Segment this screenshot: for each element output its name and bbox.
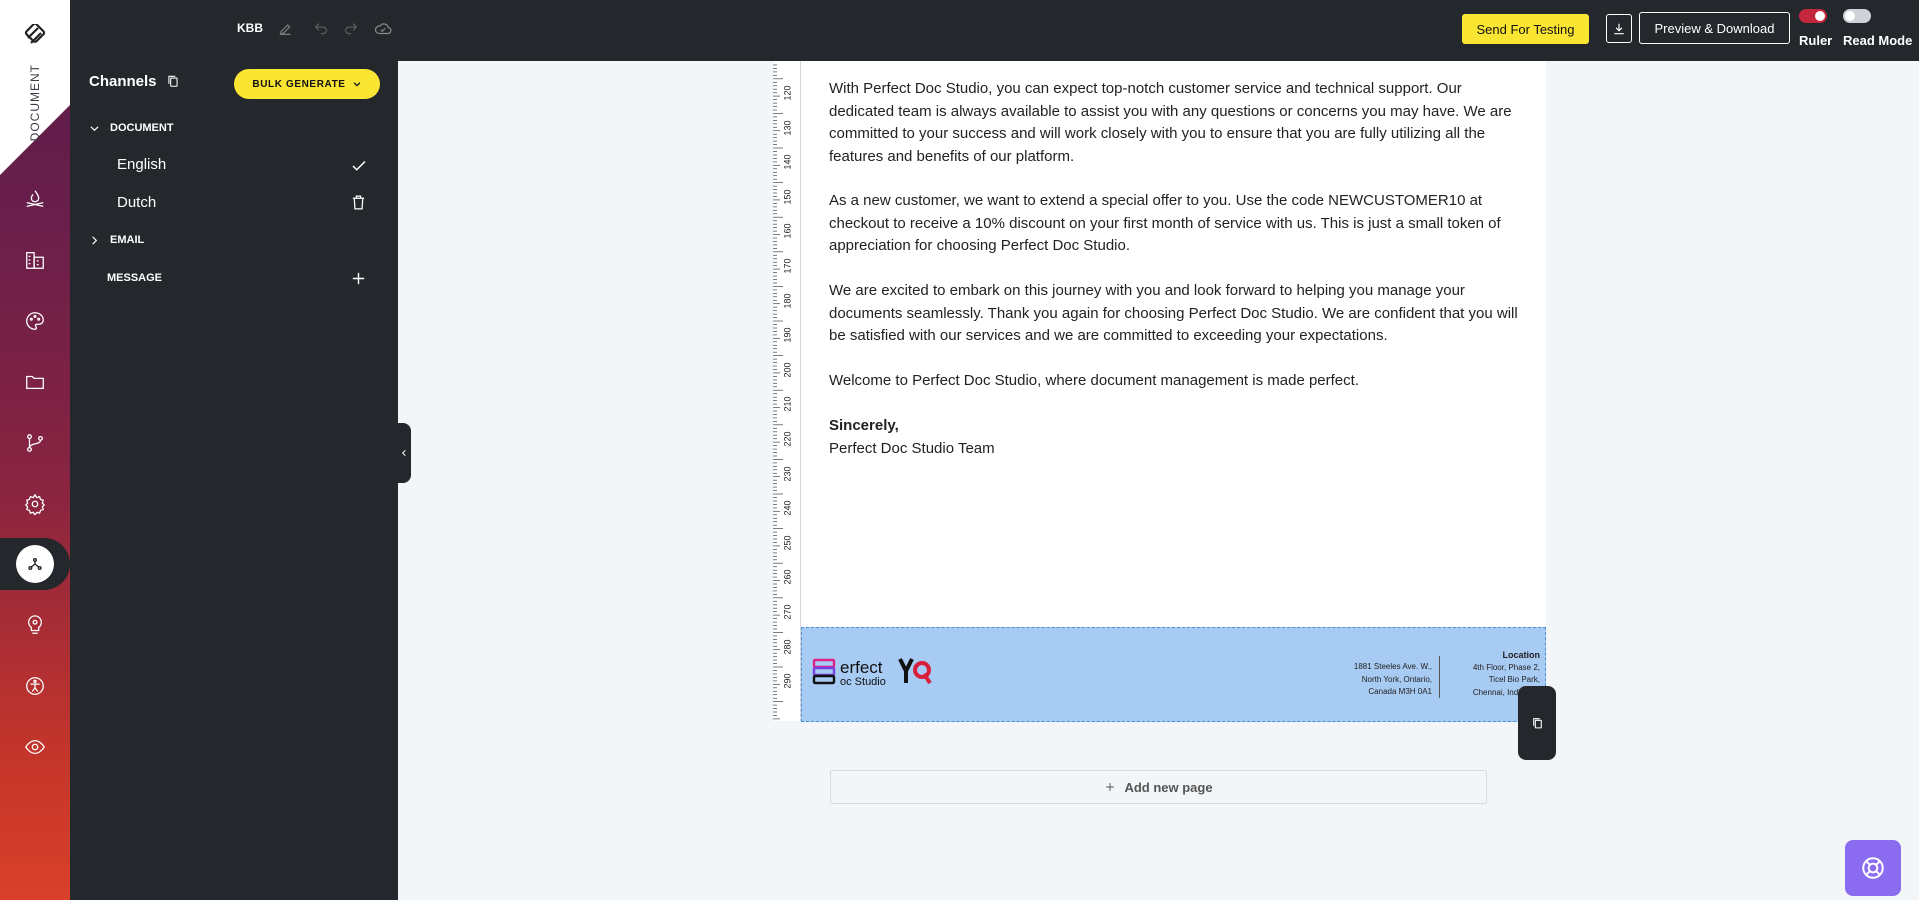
add-new-page-label: Add new page	[1124, 779, 1213, 795]
cloud-saved-icon[interactable]	[372, 18, 394, 40]
ruler-label: 250	[782, 535, 793, 551]
signature[interactable]: Perfect Doc Studio Team	[829, 438, 1529, 461]
send-for-testing-button[interactable]: Send For Testing	[1462, 14, 1589, 44]
ruler-label: 280	[782, 639, 793, 655]
address-india-line-1: 4th Floor, Phase 2,	[1472, 662, 1540, 672]
project-name: KBB	[237, 21, 263, 35]
read-mode-toggle-knob	[1845, 11, 1855, 21]
brand-tagline: oc Studio	[840, 676, 886, 688]
accessibility-icon[interactable]	[20, 671, 50, 701]
section-email-label: EMAIL	[110, 234, 145, 246]
palette-icon[interactable]	[20, 306, 50, 336]
check-icon[interactable]	[350, 157, 368, 175]
buildings-icon[interactable]	[20, 245, 50, 275]
section-message-label: MESSAGE	[107, 272, 163, 284]
edit-icon[interactable]	[274, 18, 296, 40]
address-canada-line-3: Canada M3H 0A1	[1368, 687, 1432, 696]
ruler-toggle[interactable]	[1799, 9, 1827, 23]
address-canada-line-2: North York, Ontario,	[1361, 674, 1432, 684]
ruler-label: 290	[782, 673, 793, 689]
download-icon	[1614, 23, 1624, 34]
read-mode-label: Read Mode	[1843, 33, 1913, 48]
redo-icon[interactable]	[340, 18, 362, 40]
section-email[interactable]: EMAIL	[89, 234, 144, 246]
paragraph-welcome[interactable]: Welcome to Perfect Doc Studio, where doc…	[829, 370, 1529, 393]
address-canada-line-1: 1881 Steeles Ave. W.,	[1353, 662, 1432, 671]
chevron-down-icon	[353, 82, 360, 87]
chevron-down-icon	[90, 125, 99, 131]
channels-title: Channels	[89, 73, 157, 90]
partner-logo-icon	[898, 658, 932, 685]
ruler-label: 120	[782, 85, 793, 101]
document-page[interactable]: With Perfect Doc Studio, you can expect …	[801, 61, 1546, 721]
ruler-label: 270	[782, 604, 793, 620]
address-india-line-2: Ticel Bio Park,	[1488, 675, 1540, 684]
closing[interactable]: Sincerely,	[829, 415, 1529, 438]
brand-logo-icon	[812, 658, 836, 685]
ruler-label: 160	[782, 223, 793, 239]
read-mode-toggle[interactable]	[1843, 9, 1871, 23]
preview-download-button[interactable]: Preview & Download	[1639, 12, 1790, 44]
undo-icon[interactable]	[310, 18, 332, 40]
bulb-icon[interactable]	[20, 610, 50, 640]
channels-icon[interactable]	[16, 545, 54, 583]
lifebuoy-icon	[1862, 857, 1884, 879]
ruler-label: 150	[782, 189, 793, 205]
ruler-label: 220	[782, 431, 793, 447]
bulk-generate-button[interactable]: BULK GENERATE	[234, 69, 380, 99]
chevron-right-icon	[92, 235, 98, 245]
ruler-label: 180	[782, 293, 793, 309]
section-document-label: DOCUMENT	[110, 122, 174, 134]
paragraph-support[interactable]: With Perfect Doc Studio, you can expect …	[829, 78, 1529, 168]
ruler-label: 130	[782, 120, 793, 136]
settings-icon[interactable]	[20, 489, 50, 519]
channels-panel: Channels BULK GENERATE DOCUMENT English …	[70, 61, 398, 900]
ruler-label: 140	[782, 154, 793, 170]
campfire-icon[interactable]	[20, 184, 50, 214]
copy-icon	[1532, 718, 1542, 729]
brand-name: erfect	[840, 658, 883, 677]
channel-item-dutch[interactable]: Dutch	[117, 194, 156, 211]
folder-icon[interactable]	[20, 367, 50, 397]
collapse-panel-button[interactable]	[397, 423, 411, 483]
duplicate-block-button[interactable]	[1518, 686, 1556, 760]
ruler-toggle-knob	[1815, 11, 1825, 21]
chevron-left-icon	[401, 449, 406, 457]
vertical-ruler: 120 130 140 150 160 170 180 190 200 210 220 230 240 2…	[773, 61, 801, 721]
location-title: Location	[1502, 650, 1541, 660]
ruler-label: 210	[782, 396, 793, 412]
plus-icon[interactable]	[350, 270, 367, 287]
ruler-label: 190	[782, 327, 793, 343]
help-button[interactable]	[1845, 840, 1901, 896]
eye-icon[interactable]	[20, 732, 50, 762]
add-new-page-button[interactable]: Add new page	[830, 770, 1487, 804]
ruler-label: 200	[782, 362, 793, 378]
rail-document-label: DOCUMENT	[28, 64, 42, 142]
address-divider	[1439, 656, 1440, 698]
trash-icon[interactable]	[350, 194, 367, 211]
paragraph-journey[interactable]: We are excited to embark on this journey…	[829, 280, 1529, 348]
app-logo-icon[interactable]	[22, 24, 48, 50]
branch-icon[interactable]	[20, 428, 50, 458]
channel-item-english[interactable]: English	[117, 156, 166, 173]
ruler-label: 170	[782, 258, 793, 274]
ruler-label: Ruler	[1799, 33, 1833, 48]
ruler-label: 230	[782, 466, 793, 482]
left-rail: DOCUMENT	[0, 0, 70, 900]
bulk-generate-label: BULK GENERATE	[252, 78, 346, 90]
section-message[interactable]: MESSAGE	[107, 272, 162, 284]
page-footer[interactable]: erfect oc Studio 1881 Steeles Ave. W., N…	[801, 627, 1546, 722]
paragraph-offer[interactable]: As a new customer, we want to extend a s…	[829, 190, 1529, 258]
ruler-label: 260	[782, 569, 793, 585]
address-canada: 1881 Steeles Ave. W., North York, Ontari…	[1332, 661, 1432, 699]
ruler-label: 240	[782, 500, 793, 516]
plus-icon	[1106, 783, 1115, 791]
copy-icon[interactable]	[166, 73, 180, 89]
section-document[interactable]: DOCUMENT	[89, 122, 174, 134]
download-button[interactable]	[1606, 14, 1632, 43]
